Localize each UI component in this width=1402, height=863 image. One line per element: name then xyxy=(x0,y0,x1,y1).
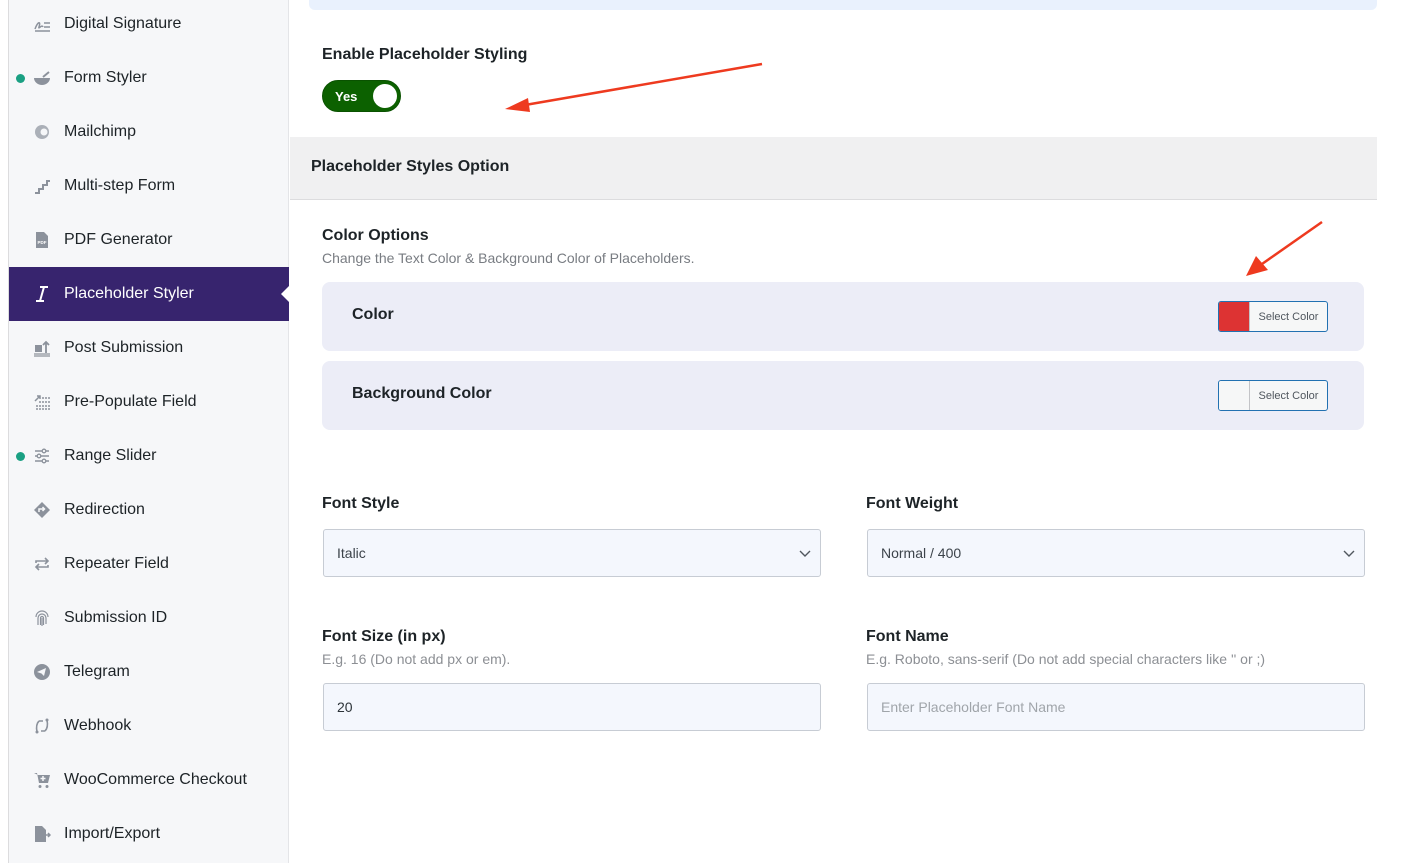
sidebar-item-mailchimp[interactable]: Mailchimp xyxy=(9,105,289,159)
sidebar-item-placeholder-styler[interactable]: Placeholder Styler xyxy=(9,267,289,321)
sidebar-item-label: PDF Generator xyxy=(64,231,173,248)
color-options-title: Color Options xyxy=(322,227,429,244)
telegram-icon xyxy=(32,662,52,682)
sidebar-item-label: Webhook xyxy=(64,717,132,734)
italic-icon xyxy=(32,284,52,304)
sidebar-item-submission-id[interactable]: Submission ID xyxy=(9,591,289,645)
sidebar-item-label: Redirection xyxy=(64,501,145,518)
sidebar-item-label: Pre-Populate Field xyxy=(64,393,197,410)
sidebar-item-redirection[interactable]: Redirection xyxy=(9,483,289,537)
font-weight-value: Normal / 400 xyxy=(881,545,962,561)
select-color-label: Select Color xyxy=(1258,310,1319,323)
sidebar-item-label: Multi-step Form xyxy=(64,177,176,194)
toggle-state-text: Yes xyxy=(335,89,358,104)
font-size-input[interactable] xyxy=(324,684,820,730)
font-name-help: E.g. Roboto, sans-serif (Do not add spec… xyxy=(866,651,1266,667)
text-color-picker-button[interactable]: Select Color xyxy=(1218,301,1328,332)
font-style-select[interactable]: Italic xyxy=(323,529,821,577)
top-notice-banner xyxy=(309,0,1377,10)
sidebar-item-label: Import/Export xyxy=(64,825,161,842)
font-name-label: Font Name xyxy=(866,628,949,645)
status-dot xyxy=(16,451,25,461)
background-color-label: Background Color xyxy=(352,385,492,402)
section-header: Placeholder Styles Option xyxy=(290,137,1377,200)
sidebar-item-range-slider[interactable]: Range Slider xyxy=(9,429,289,483)
sidebar-item-label: Submission ID xyxy=(64,609,168,626)
text-color-row: Color Select Color xyxy=(322,282,1364,351)
enable-styling-label: Enable Placeholder Styling xyxy=(322,46,528,63)
sidebar-item-pre-populate-field[interactable]: Pre-Populate Field xyxy=(9,375,289,429)
sidebar-item-import-export[interactable]: Import/Export xyxy=(9,807,289,861)
text-color-label: Color xyxy=(352,306,394,323)
sidebar-item-label: Placeholder Styler xyxy=(64,285,194,302)
sidebar-item-pdf-generator[interactable]: PDF PDF Generator xyxy=(9,213,289,267)
main-panel: Enable Placeholder Styling Yes Placehold… xyxy=(290,0,1377,863)
sidebar-item-repeater-field[interactable]: Repeater Field xyxy=(9,537,289,591)
active-caret-icon xyxy=(281,286,289,302)
font-weight-label: Font Weight xyxy=(866,495,959,512)
sidebar-item-label: Repeater Field xyxy=(64,555,169,572)
mortar-pestle-icon xyxy=(32,68,52,88)
section-title: Placeholder Styles Option xyxy=(311,158,510,175)
font-name-field xyxy=(867,683,1365,731)
stairs-icon xyxy=(32,176,52,196)
file-export-icon xyxy=(32,824,52,844)
enable-styling-toggle[interactable]: Yes xyxy=(322,80,401,112)
sliders-icon xyxy=(32,446,52,466)
mailchimp-icon xyxy=(32,122,52,142)
background-color-picker-button[interactable]: Select Color xyxy=(1218,380,1328,411)
font-style-label: Font Style xyxy=(322,495,400,512)
font-name-input[interactable] xyxy=(868,684,1364,730)
sidebar-item-label: Telegram xyxy=(64,663,130,680)
sidebar-item-label: WooCommerce Checkout xyxy=(64,771,247,788)
chevron-down-icon xyxy=(799,550,811,557)
sidebar-item-digital-signature[interactable]: Digital Signature xyxy=(9,0,289,51)
sidebar-item-webhook[interactable]: Webhook xyxy=(9,699,289,753)
font-size-label: Font Size (in px) xyxy=(322,628,446,645)
signature-icon xyxy=(32,14,52,34)
chevron-down-icon xyxy=(1343,550,1355,557)
color-options-description: Change the Text Color & Background Color… xyxy=(322,250,695,266)
font-style-value: Italic xyxy=(337,545,366,561)
sidebar-item-label: Digital Signature xyxy=(64,15,182,32)
toggle-knob xyxy=(373,84,397,108)
sidebar-item-post-submission[interactable]: Post Submission xyxy=(9,321,289,375)
repeat-icon xyxy=(32,554,52,574)
font-size-help: E.g. 16 (Do not add px or em). xyxy=(322,651,511,667)
sidebar-item-label: Post Submission xyxy=(64,339,184,356)
background-color-row: Background Color Select Color xyxy=(322,361,1364,430)
select-color-label: Select Color xyxy=(1258,389,1319,402)
sidebar-item-label: Range Slider xyxy=(64,447,157,464)
page: Digital Signature Form Styler Mailchimp Mul… xyxy=(0,0,1402,863)
sidebar-item-label: Mailchimp xyxy=(64,123,137,140)
redirect-sign-icon xyxy=(32,500,52,520)
sidebar-nav: Digital Signature Form Styler Mailchimp Mul… xyxy=(8,0,289,863)
fingerprint-icon xyxy=(32,608,52,628)
status-dot xyxy=(16,73,25,83)
sidebar-item-label: Form Styler xyxy=(64,69,147,86)
sidebar-item-telegram[interactable]: Telegram xyxy=(9,645,289,699)
font-weight-select[interactable]: Normal / 400 xyxy=(867,529,1365,577)
text-color-swatch xyxy=(1219,302,1250,331)
svg-text:PDF: PDF xyxy=(38,240,47,245)
prepopulate-icon xyxy=(32,392,52,412)
cart-plus-icon xyxy=(32,770,52,790)
sidebar-item-multi-step-form[interactable]: Multi-step Form xyxy=(9,159,289,213)
webhook-icon xyxy=(32,716,52,736)
sidebar-item-form-styler[interactable]: Form Styler xyxy=(9,51,289,105)
pdf-file-icon: PDF xyxy=(32,230,52,250)
background-color-swatch xyxy=(1219,381,1250,410)
sidebar-item-woocommerce-checkout[interactable]: WooCommerce Checkout xyxy=(9,753,289,807)
font-size-field xyxy=(323,683,821,731)
post-upload-icon xyxy=(32,338,52,358)
